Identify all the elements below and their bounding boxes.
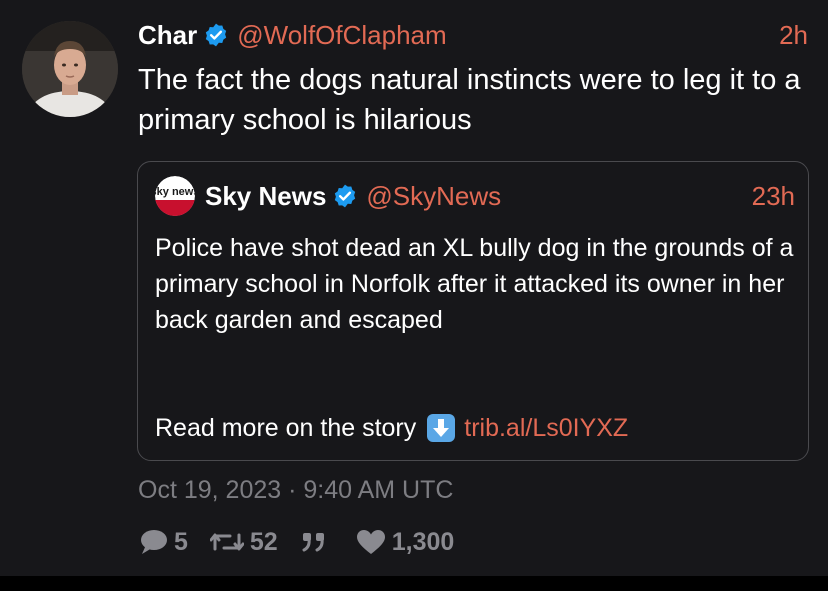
- tweet-stats: 5 52 1,300: [138, 524, 476, 560]
- avatar[interactable]: [22, 21, 118, 117]
- quoted-author-name[interactable]: Sky News: [205, 181, 326, 212]
- heart-icon: [356, 530, 385, 554]
- tweet-header: Char @WolfOfClapham 2h: [138, 18, 808, 52]
- like-count: 1,300: [391, 527, 455, 556]
- quoted-tweet[interactable]: sky news Sky News @SkyNews 23h Police ha…: [137, 161, 809, 461]
- quote-icon: [302, 533, 324, 552]
- read-more-text: Read more on the story: [155, 414, 417, 442]
- reply-stat[interactable]: 5: [138, 528, 188, 557]
- tweet-timestamp[interactable]: Oct 19, 2023 · 9:40 AM UTC: [138, 476, 453, 505]
- retweet-stat[interactable]: 52: [209, 527, 278, 557]
- reply-count: 5: [174, 527, 188, 556]
- tweet-time-ago[interactable]: 2h: [779, 20, 808, 51]
- comment-icon: [141, 530, 167, 554]
- logo-text: sky news: [155, 186, 195, 198]
- like-stat[interactable]: 1,300: [356, 527, 455, 557]
- author-name[interactable]: Char: [138, 20, 197, 51]
- author-handle[interactable]: @WolfOfClapham: [237, 20, 446, 51]
- retweet-count: 52: [249, 527, 278, 556]
- tweet-text: The fact the dogs natural instincts were…: [138, 64, 801, 136]
- story-link[interactable]: trib.al/Ls0IYXZ: [464, 410, 628, 446]
- tweet-card: Char @WolfOfClapham 2h The fact the dogs…: [0, 0, 828, 576]
- down-arrow-icon: [426, 413, 456, 443]
- quote-stat[interactable]: [300, 530, 334, 554]
- quoted-time-ago[interactable]: 23h: [752, 181, 795, 212]
- sky-news-logo[interactable]: sky news: [155, 176, 195, 216]
- quoted-tweet-text: Police have shot dead an XL bully dog in…: [155, 234, 794, 334]
- retweet-icon: [209, 533, 244, 551]
- quoted-read-more: Read more on the story trib.al/Ls0IYXZ: [155, 410, 795, 446]
- verified-badge-icon: [203, 22, 229, 48]
- avatar-photo: [22, 21, 118, 117]
- quoted-tweet-header: sky news Sky News @SkyNews 23h: [155, 176, 795, 216]
- verified-badge-icon: [332, 183, 358, 209]
- quoted-author-handle[interactable]: @SkyNews: [366, 181, 501, 212]
